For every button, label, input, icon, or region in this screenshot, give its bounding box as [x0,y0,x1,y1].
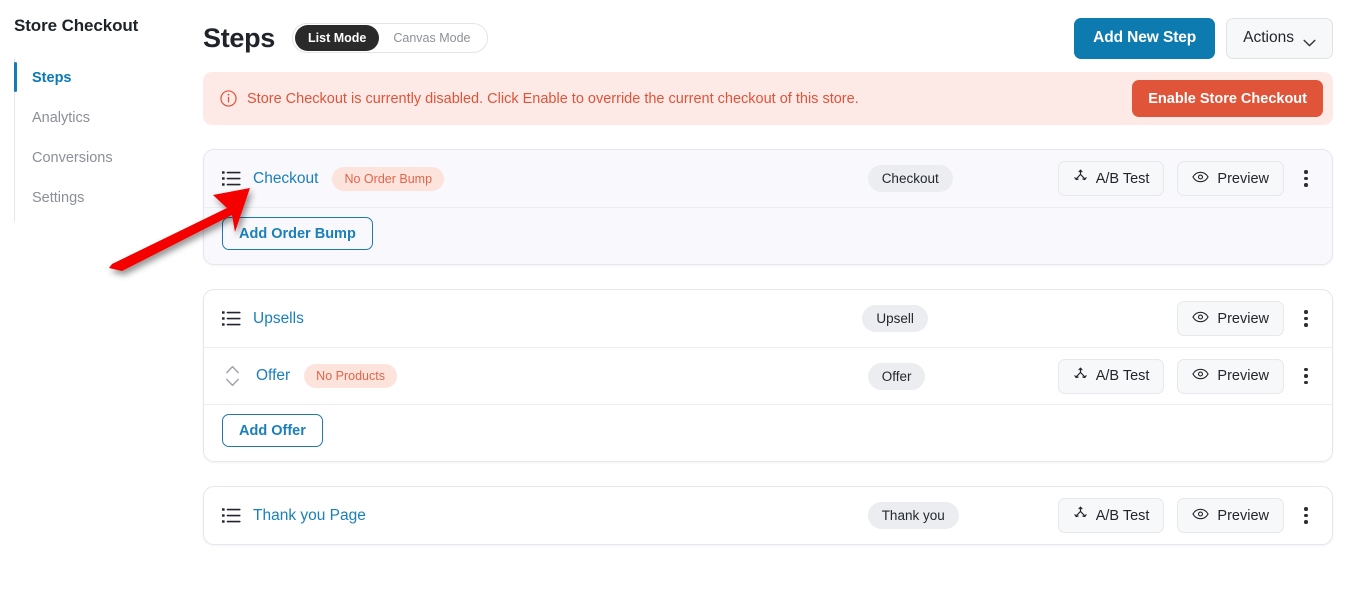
checkout-order-bump-actions: Add Order Bump [204,207,1332,264]
sidebar-title: Store Checkout [14,16,139,35]
step-name-link[interactable]: Thank you Page [253,507,366,525]
ab-test-button[interactable]: A/B Test [1057,358,1165,394]
preview-button[interactable]: Preview [1177,161,1284,196]
preview-label: Preview [1217,310,1269,327]
ab-test-button[interactable]: A/B Test [1057,161,1165,196]
preview-label: Preview [1217,368,1269,384]
step-name-link[interactable]: Checkout [253,170,318,188]
list-drag-icon[interactable] [222,507,241,524]
info-circle-icon [220,90,237,107]
add-new-step-button[interactable]: Add New Step [1074,17,1216,59]
preview-button[interactable]: Preview [1177,301,1284,336]
list-drag-icon[interactable] [222,310,241,327]
step-warning-badge: No Order Bump [332,166,445,191]
sidebar-item-conversions[interactable]: Conversions [14,138,186,178]
ab-split-icon [1073,367,1088,386]
banner-message: Store Checkout is currently disabled. Cl… [247,90,859,107]
ab-test-button[interactable]: A/B Test [1057,498,1165,533]
tab-list-mode[interactable]: List Mode [295,25,380,51]
sort-updown-icon[interactable] [225,363,240,389]
preview-label: Preview [1217,507,1269,524]
step-warning-badge: No Products [304,364,397,388]
step-row-thank-you[interactable]: Thank you Page Thank you A/B Test Previe… [204,487,1332,544]
page-title: Steps [203,22,276,53]
sidebar-item-steps[interactable]: Steps [14,58,186,98]
ab-test-label: A/B Test [1095,170,1150,187]
eye-icon [1192,311,1210,327]
upsells-offer-actions: Add Offer [204,404,1332,461]
eye-icon [1192,368,1210,384]
tab-canvas-mode[interactable]: Canvas Mode [379,25,484,51]
step-row-upsells[interactable]: Upsells Upsell Preview [204,290,1332,347]
add-order-bump-button[interactable]: Add Order Bump [222,217,373,250]
view-mode-toggle[interactable]: List Mode Canvas Mode [292,23,488,53]
ab-test-label: A/B Test [1095,368,1150,384]
step-name-link[interactable]: Upsells [253,310,304,328]
ab-test-label: A/B Test [1095,507,1150,524]
store-checkout-app: Store Checkout Steps Analytics Conversio… [0,0,1346,593]
actions-label: Actions [1243,29,1294,46]
eye-icon [1192,508,1210,524]
add-offer-button[interactable]: Add Offer [222,414,323,447]
step-type-slot: Upsell [862,305,1052,332]
step-type-slot: Thank you [867,502,1058,529]
step-row-checkout[interactable]: Checkout No Order Bump Checkout A/B Test [204,150,1332,207]
step-type-badge: Offer [867,362,926,390]
step-type-badge: Upsell [862,305,928,332]
list-drag-icon[interactable] [222,170,241,187]
preview-label: Preview [1217,170,1269,187]
step-card-thank-you: Thank you Page Thank you A/B Test Previe… [203,486,1333,545]
sidebar-item-label: Analytics [32,110,91,126]
ab-split-icon [1073,169,1088,188]
sidebar-item-label: Conversions [32,150,113,166]
step-name-link[interactable]: Offer [256,367,290,385]
preview-button[interactable]: Preview [1177,358,1284,394]
enable-store-checkout-button[interactable]: Enable Store Checkout [1132,80,1323,117]
step-type-slot: Offer [867,362,1058,390]
page-toolbar: Steps List Mode Canvas Mode Add New Step… [203,10,1333,66]
step-type-slot: Checkout [867,165,1058,192]
sidebar-item-analytics[interactable]: Analytics [14,98,186,138]
ab-split-icon [1073,506,1088,525]
step-card-checkout: Checkout No Order Bump Checkout A/B Test [203,149,1333,265]
more-vertical-icon[interactable] [1293,361,1319,391]
eye-icon [1192,171,1210,187]
sidebar: Store Checkout Steps Analytics Conversio… [0,0,186,593]
actions-dropdown-button[interactable]: Actions [1226,17,1333,59]
sidebar-nav: Steps Analytics Conversions Settings [0,58,186,222]
sidebar-item-settings[interactable]: Settings [14,178,186,218]
more-vertical-icon[interactable] [1293,501,1319,531]
step-card-upsells: Upsells Upsell Preview Offer No Products… [203,289,1333,462]
more-vertical-icon[interactable] [1293,164,1319,194]
step-type-badge: Checkout [867,165,953,192]
disabled-store-banner: Store Checkout is currently disabled. Cl… [203,72,1333,125]
chevron-down-icon [1303,34,1316,47]
sidebar-item-label: Settings [32,190,85,206]
sidebar-item-label: Steps [32,70,72,86]
step-type-badge: Thank you [867,502,959,529]
main-content: Steps List Mode Canvas Mode Add New Step… [186,0,1346,593]
more-vertical-icon[interactable] [1293,304,1319,334]
preview-button[interactable]: Preview [1177,498,1284,533]
step-row-offer[interactable]: Offer No Products Offer A/B Test Preview [204,347,1332,404]
